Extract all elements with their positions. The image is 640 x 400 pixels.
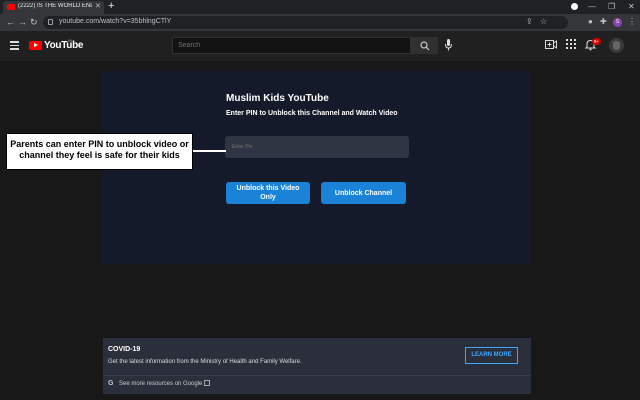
unblock-channel-button[interactable]: Unblock Channel [321,182,406,204]
pin-input[interactable] [225,136,409,158]
maximize-button[interactable]: ❐ [608,1,615,13]
microphone-icon[interactable] [445,39,452,51]
browser-profile-icon[interactable] [571,3,578,10]
browser-toolbar: ← → ↻ youtube.com/watch?v=35bhlngCTlY ⇪ … [0,14,640,31]
external-link-icon [204,380,210,386]
address-bar[interactable]: youtube.com/watch?v=35bhlngCTlY ⇪ ☆ [43,16,568,29]
youtube-favicon-icon [7,4,15,10]
tab-close-icon[interactable]: ✕ [95,2,101,10]
annotation-callout: Parents can enter PIN to unblock video o… [6,133,193,170]
panel-title: Muslim Kids YouTube [226,93,329,104]
avatar[interactable]: S [613,18,622,27]
unblock-video-button[interactable]: Unblock this Video Only [226,182,310,204]
divider [103,375,531,376]
youtube-logo-text[interactable]: YouTube [44,40,84,51]
reload-icon[interactable]: ↻ [30,16,38,28]
lock-icon [48,19,53,25]
country-code: IN [68,38,72,43]
share-icon[interactable]: ⇪ [526,17,533,26]
new-tab-button[interactable]: + [108,0,114,13]
apps-grid-icon[interactable] [566,39,576,49]
forward-arrow-icon[interactable]: → [18,16,27,28]
google-g-icon: G [108,380,114,387]
learn-more-button[interactable]: LEARN MORE [465,347,518,364]
browser-tab[interactable]: (2222) IS THE WORLD ENDING? ✕ [3,1,104,14]
tab-title: (2222) IS THE WORLD ENDING? [18,3,92,9]
puzzle-extensions-icon[interactable]: ✚ [600,17,607,27]
google-resources-link[interactable]: See more resources on Google [119,381,202,387]
create-video-icon[interactable] [545,39,557,50]
notification-count-badge: 9+ [592,38,601,45]
back-arrow-icon[interactable]: ← [6,16,15,28]
callout-pointer-line [193,150,226,152]
hamburger-menu-icon[interactable] [10,41,19,50]
youtube-logo-icon[interactable] [29,41,42,50]
close-window-button[interactable]: ✕ [628,1,635,13]
panel-subtitle: Enter PIN to Unblock this Channel and Wa… [226,110,398,117]
covid-text: Get the latest information from the Mini… [108,359,302,365]
url-text: youtube.com/watch?v=35bhlngCTlY [59,18,172,25]
bookmark-star-icon[interactable]: ☆ [540,17,547,26]
search-button[interactable] [411,37,438,54]
account-avatar[interactable] [609,38,624,53]
extension-logo-icon[interactable]: ● [588,17,593,27]
search-icon [420,41,430,51]
covid-info-panel: COVID-19 Get the latest information from… [103,338,531,394]
covid-title: COVID-19 [108,346,141,353]
minimize-button[interactable]: — [588,1,596,13]
youtube-header: YouTube IN 9+ [0,31,640,61]
search-input[interactable] [172,37,411,54]
screen: (2222) IS THE WORLD ENDING? ✕ + — ❐ ✕ ← … [0,0,640,400]
menu-dots-icon[interactable]: ⋮ [628,17,636,27]
browser-tab-strip: (2222) IS THE WORLD ENDING? ✕ + — ❐ ✕ [0,0,640,14]
